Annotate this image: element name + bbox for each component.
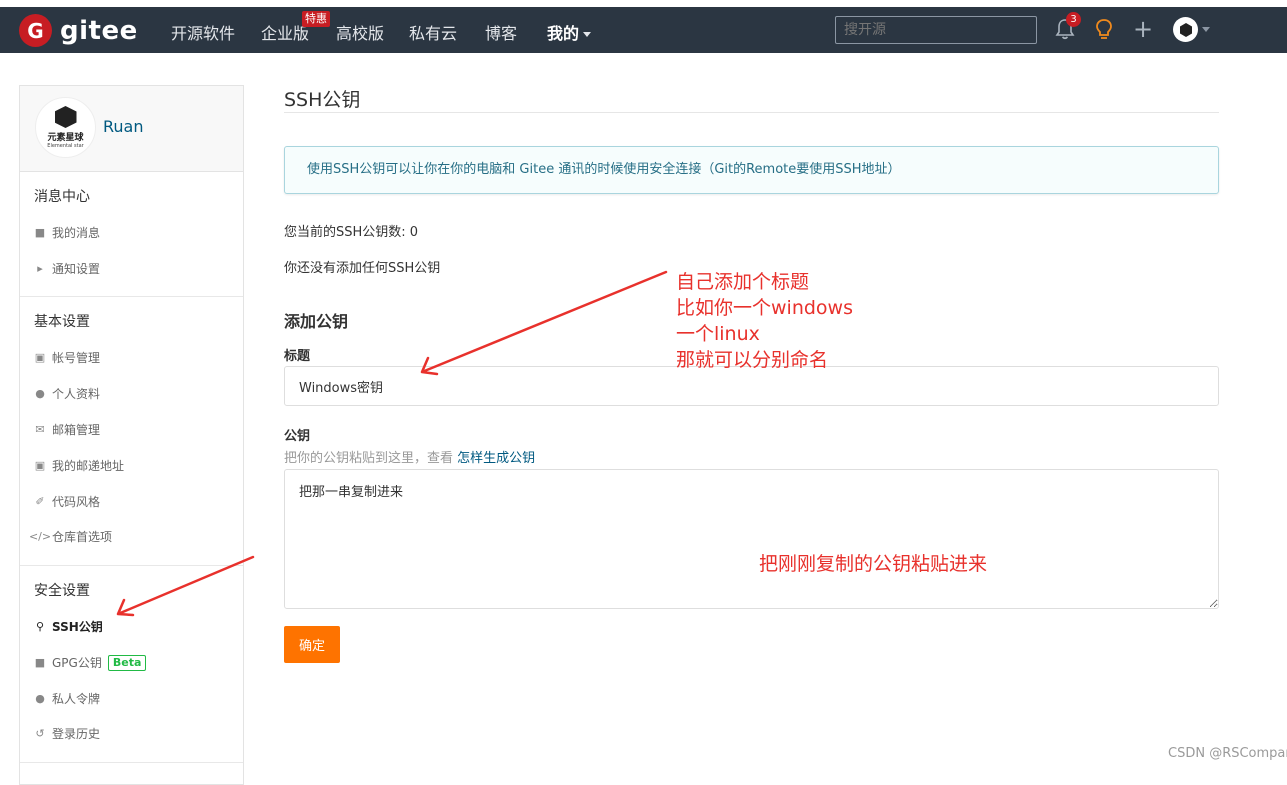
avatar-logo-icon (54, 106, 77, 128)
sidebar-item-notify-settings[interactable]: ▸ 通知设置 (34, 260, 100, 277)
sidebar-item-label: 我的邮递地址 (52, 459, 125, 473)
ssh-key-count: 您当前的SSH公钥数: 0 (284, 225, 419, 240)
profile-username[interactable]: Ruan (103, 117, 143, 136)
sidebar-profile-header: 元素星球 Elemental star Ruan (20, 86, 243, 172)
id-card-icon: ▣ (34, 351, 46, 364)
avatar-brand-cn: 元素星球 (47, 133, 84, 143)
notification-count-badge: 3 (1066, 12, 1081, 27)
gitee-logo[interactable]: G gitee (19, 14, 138, 47)
sidebar-item-label: 代码风格 (52, 495, 101, 509)
sidebar-item-label: 仓库首选项 (52, 530, 113, 544)
search-input[interactable] (835, 16, 1037, 44)
sidebar-item-login-history[interactable]: ↺ 登录历史 (34, 725, 100, 742)
annotation-line: 比如你一个windows (676, 297, 853, 319)
nav-open-source[interactable]: 开源软件 (171, 20, 235, 44)
sidebar-divider (20, 762, 243, 763)
add-key-heading: 添加公钥 (284, 312, 349, 331)
how-to-generate-link[interactable]: 怎样生成公钥 (457, 451, 535, 466)
settings-sidebar: 元素星球 Elemental star Ruan 消息中心 ■ 我的消息 ▸ 通知设… (19, 85, 244, 785)
sidebar-item-account[interactable]: ▣ 帐号管理 (34, 349, 100, 366)
sidebar-item-label: 帐号管理 (52, 351, 101, 365)
hint-text: 把你的公钥粘贴到这里，查看 (284, 451, 454, 466)
sidebar-item-label: 私人令牌 (52, 692, 101, 706)
annotation-title-note: 自己添加个标题 比如你一个windows 一个linux 那就可以分别命名 (676, 269, 853, 373)
no-keys-message: 你还没有添加任何SSH公钥 (284, 261, 441, 276)
speaker-icon: ▸ (37, 262, 43, 275)
sidebar-item-label: GPG公钥 (52, 656, 102, 670)
avatar-mark-icon (1179, 22, 1192, 37)
sidebar-divider (20, 296, 243, 297)
sidebar-item-label: 邮箱管理 (52, 423, 101, 437)
user-secret-icon: ● (35, 692, 45, 705)
section-security: 安全设置 (34, 583, 90, 599)
nav-blog[interactable]: 博客 (485, 20, 517, 44)
page-title: SSH公钥 (284, 89, 361, 111)
sidebar-item-label: SSH公钥 (52, 620, 103, 634)
lightbulb-icon[interactable] (1094, 18, 1114, 40)
section-basic: 基本设置 (34, 314, 90, 330)
user-avatar[interactable] (1173, 17, 1198, 42)
public-key-label: 公钥 (284, 429, 311, 444)
sidebar-item-label: 通知设置 (52, 262, 101, 276)
csdn-watermark: CSDN @RSCompany (1168, 746, 1287, 761)
info-message: 使用SSH公钥可以让你在你的电脑和 Gitee 通讯的时候使用安全连接（Git的… (284, 146, 1219, 194)
sidebar-item-tokens[interactable]: ● 私人令牌 (34, 690, 100, 707)
enterprise-promo-badge: 特惠 (302, 11, 330, 27)
sidebar-item-gpg-keys[interactable]: ■ GPG公钥 Beta (34, 654, 147, 671)
sidebar-item-profile[interactable]: ● 个人资料 (34, 385, 100, 402)
sidebar-item-repo-prefs[interactable]: </> 仓库首选项 (28, 528, 113, 545)
sidebar-item-commit-email[interactable]: ▣ 我的邮递地址 (34, 457, 124, 474)
title-label: 标题 (284, 349, 311, 364)
sidebar-item-ssh-keys[interactable]: ⚲ SSH公钥 (34, 618, 103, 635)
plus-icon[interactable]: + (1133, 17, 1153, 41)
sidebar-item-my-messages[interactable]: ■ 我的消息 (34, 224, 100, 241)
history-icon: ↺ (35, 727, 45, 740)
nav-mine[interactable]: 我的 (547, 20, 592, 44)
address-card-icon: ▣ (34, 459, 46, 472)
annotation-line: 那就可以分别命名 (676, 349, 829, 371)
lock-icon: ■ (34, 656, 46, 669)
chevron-down-icon (583, 32, 592, 37)
section-messages: 消息中心 (34, 189, 90, 205)
sidebar-item-label: 个人资料 (52, 387, 101, 401)
paintbrush-icon: ✐ (35, 495, 45, 508)
sidebar-item-label: 我的消息 (52, 226, 101, 240)
profile-avatar[interactable]: 元素星球 Elemental star (35, 97, 96, 158)
top-navbar: G gitee 开源软件 企业版 特惠 高校版 私有云 博客 我的 3 + (0, 7, 1287, 53)
arrow-to-title-input (420, 270, 668, 376)
sidebar-item-email[interactable]: ✉ 邮箱管理 (34, 421, 100, 438)
sidebar-item-label: 登录历史 (52, 727, 101, 741)
key-icon: ⚲ (35, 620, 45, 633)
nav-private-cloud[interactable]: 私有云 (409, 20, 457, 44)
gitee-logo-text: gitee (60, 15, 138, 46)
annotation-line: 一个linux (676, 323, 760, 345)
submit-button[interactable]: 确定 (284, 626, 340, 663)
annotation-key-note: 把刚刚复制的公钥粘贴进来 (759, 553, 988, 575)
window-top-strip (0, 0, 1287, 7)
sidebar-divider (20, 565, 243, 566)
sidebar-item-code-style[interactable]: ✐ 代码风格 (34, 493, 100, 510)
bell-icon: ■ (34, 226, 46, 239)
gitee-logo-icon: G (19, 14, 52, 47)
code-icon: </> (28, 530, 52, 543)
nav-mine-label: 我的 (547, 24, 580, 43)
title-divider (284, 112, 1219, 113)
annotation-line: 自己添加个标题 (676, 271, 810, 293)
public-key-textarea[interactable]: 把那一串复制进来 (284, 469, 1219, 609)
beta-badge: Beta (107, 654, 147, 671)
nav-education[interactable]: 高校版 (336, 20, 384, 44)
avatar-brand-en: Elemental star (47, 143, 84, 149)
user-icon: ● (35, 387, 45, 400)
user-menu-caret-icon[interactable] (1202, 27, 1210, 32)
envelope-icon: ✉ (35, 423, 45, 436)
public-key-hint: 把你的公钥粘贴到这里，查看 怎样生成公钥 (284, 447, 535, 466)
